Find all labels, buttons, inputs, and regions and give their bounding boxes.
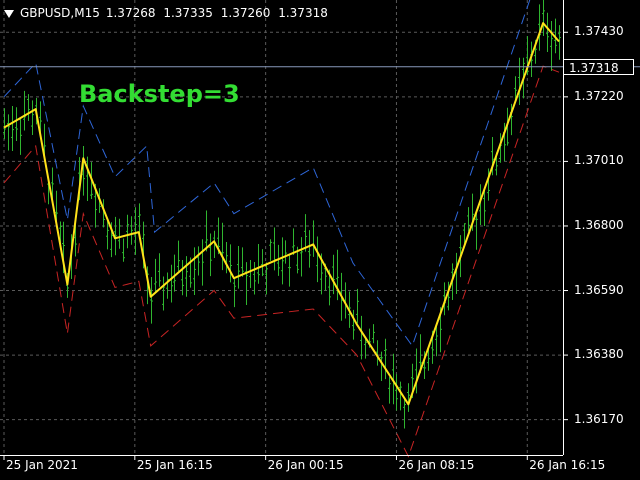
price-tick-label: 1.37430 bbox=[574, 24, 624, 39]
time-tick-label: 26 Jan 16:15 bbox=[529, 458, 606, 472]
high-value: 1.37335 bbox=[163, 6, 213, 20]
time-tick-label: 26 Jan 00:15 bbox=[267, 458, 344, 472]
time-tick-label: 26 Jan 08:15 bbox=[398, 458, 475, 472]
price-tick-label: 1.36170 bbox=[574, 411, 624, 426]
backstep-label: Backstep=3 bbox=[79, 80, 240, 108]
price-tick-label: 1.36590 bbox=[574, 282, 624, 297]
price-tick-label: 1.36800 bbox=[574, 217, 624, 232]
chart-header: GBPUSD,M15 1.37268 1.37335 1.37260 1.373… bbox=[4, 4, 332, 22]
plot-area[interactable] bbox=[0, 0, 640, 480]
close-value: 1.37318 bbox=[278, 6, 328, 20]
price-tick-label: 1.37220 bbox=[574, 88, 624, 103]
lower-envelope bbox=[3, 65, 560, 458]
ohlc-values: 1.37268 1.37335 1.37260 1.37318 bbox=[106, 6, 332, 20]
current-price-label: 1.37318 bbox=[563, 58, 634, 75]
time-tick-label: 25 Jan 16:15 bbox=[136, 458, 213, 472]
time-tick-label: 25 Jan 2021 bbox=[6, 458, 78, 472]
candles bbox=[3, 0, 561, 429]
chart-window[interactable]: GBPUSD,M15 1.37268 1.37335 1.37260 1.373… bbox=[0, 0, 640, 480]
low-value: 1.37260 bbox=[220, 6, 271, 20]
open-value: 1.37268 bbox=[105, 6, 156, 20]
price-tick-label: 1.37010 bbox=[574, 153, 624, 168]
grid bbox=[0, 0, 563, 455]
symbol-dropdown-icon[interactable] bbox=[4, 10, 14, 18]
price-tick-label: 1.36380 bbox=[574, 347, 624, 362]
axes bbox=[0, 0, 640, 460]
symbol-label: GBPUSD,M15 bbox=[20, 6, 100, 20]
lower-envelope-line bbox=[3, 65, 560, 458]
